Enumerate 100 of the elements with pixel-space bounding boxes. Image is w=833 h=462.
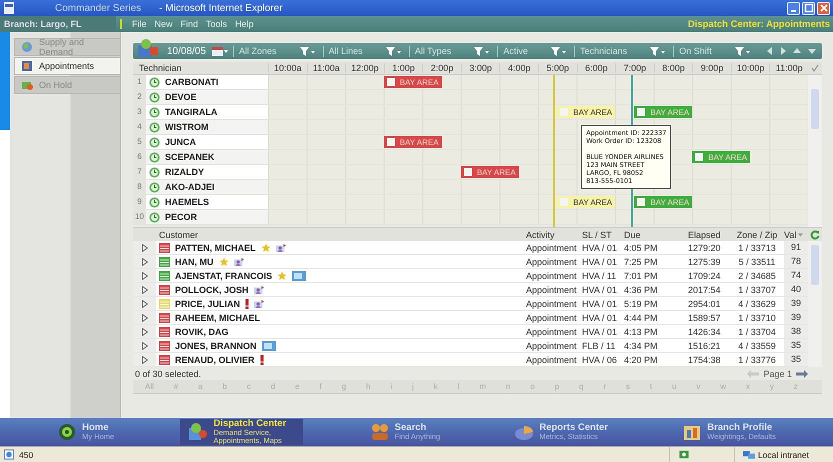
hour-header: 7:00p (615, 63, 654, 73)
table-cell-text: HVA / 01 (582, 284, 618, 294)
appointment-block[interactable]: BAY AREA (384, 76, 442, 88)
hour-header: 10:00a (268, 63, 307, 73)
appointment-block[interactable]: BAY AREA (634, 106, 692, 118)
calendar-button[interactable] (212, 46, 228, 56)
down-button[interactable] (808, 48, 816, 54)
security-icon (678, 449, 690, 460)
menu-item[interactable]: Tools (202, 19, 232, 29)
table-cell: 39 (784, 297, 808, 310)
hour-header: 3:00p (460, 63, 500, 73)
maximize-button[interactable] (802, 2, 815, 14)
table-cell: 74 (784, 269, 808, 282)
clock-icon (149, 212, 160, 222)
row-number: 3 (133, 105, 146, 119)
row-number: 5 (133, 135, 146, 149)
column-header[interactable]: Due (624, 230, 682, 240)
clock-icon (149, 136, 160, 148)
appointment-block[interactable]: BAY AREA (692, 151, 750, 163)
table-cell-text: HVA / 01 (582, 256, 618, 266)
hour-header: 12:00p (345, 63, 384, 73)
table-cell-text: 5 / 33511 (738, 256, 776, 266)
filter-label: On Shift (679, 46, 713, 56)
menu-item[interactable]: File (128, 19, 151, 29)
column-header[interactable]: Elapsed (682, 230, 730, 240)
browser-icon (4, 2, 14, 14)
refresh-icon[interactable] (810, 230, 820, 240)
table-cell-text: HVA / 06 (582, 354, 618, 364)
table-cell-text: Appointment (526, 354, 578, 364)
column-header[interactable]: Zone / Zip (730, 230, 784, 240)
table-cell: 35 (784, 339, 808, 352)
table-cell-text: Appointment (526, 284, 578, 294)
filter-button[interactable] (474, 46, 490, 56)
menu-item[interactable]: Help (231, 19, 258, 29)
branch-label: Branch: Largo, FL (0, 16, 116, 32)
hour-header: 6:00p (576, 63, 616, 73)
letter-link[interactable]: # (174, 380, 178, 393)
technician-name[interactable]: PECOR (165, 212, 198, 222)
filter-button[interactable] (650, 46, 666, 56)
filter-button[interactable] (300, 46, 316, 56)
table-cell-text: Appointment (526, 312, 578, 322)
previous-button[interactable] (766, 47, 773, 55)
table-cell-text: HVA / 01 (582, 326, 618, 336)
menu-item[interactable]: Find (176, 19, 202, 29)
customer-name: PATTEN, MICHAEL (175, 242, 256, 252)
next-arrow-icon[interactable] (796, 370, 808, 378)
customer-name: RAHEEM, MICHAEL (175, 312, 260, 322)
appointment-block[interactable]: BAY AREA (557, 196, 616, 208)
appointment-block[interactable]: BAY AREA (634, 196, 692, 208)
dispatch-icon (188, 422, 208, 442)
filter-label: Active (503, 46, 529, 56)
column-header[interactable]: Val (784, 230, 796, 240)
column-header[interactable]: SL / ST (582, 230, 624, 240)
appointment-block[interactable]: BAY AREA (557, 106, 616, 118)
table-cell-text: 1 / 33713 (737, 242, 777, 252)
table-cell-text: HVA / 11 (582, 270, 618, 280)
row-number: 7 (133, 165, 146, 179)
minimize-icon (791, 10, 796, 12)
browser-title: - Microsoft Internet Explorer (159, 2, 283, 14)
filter-button[interactable] (386, 46, 402, 56)
filter-button[interactable] (734, 46, 751, 56)
filter-label: All Lines (328, 46, 364, 56)
menu-item[interactable]: New (150, 19, 177, 29)
column-header[interactable]: Activity (526, 230, 582, 240)
table-cell-text: 7:25 PM (624, 256, 659, 266)
sidebar-tab[interactable]: On Hold (14, 76, 120, 94)
customer-name: PRICE, JULIAN (175, 298, 240, 308)
page-title: Dispatch Center: Appointments (688, 18, 831, 30)
table-cell-text: 4:20 PM (624, 354, 659, 364)
minimize-button[interactable] (787, 2, 800, 14)
sidebar-tab[interactable]: Appointments (14, 57, 120, 75)
clock-icon (149, 152, 160, 162)
table-cell-text: 1754:38 (687, 354, 722, 364)
customer-name: HAN, MU (175, 256, 214, 266)
appointment-block[interactable]: BAY AREA (460, 166, 519, 178)
row-number: 4 (133, 120, 146, 134)
scrollbar[interactable] (808, 75, 822, 227)
table-cell-text: Appointment (526, 270, 578, 280)
filter-label: Technicians (580, 46, 628, 56)
table-cell-text: HVA / 01 (582, 298, 618, 308)
clock-icon (149, 106, 160, 118)
table-cell-text: Appointment (526, 298, 578, 308)
hour-header: 5:00p (538, 63, 577, 73)
appointment-block[interactable]: BAY AREA (384, 136, 442, 148)
table-cell: 38 (784, 325, 808, 338)
scrollbar[interactable] (808, 241, 822, 367)
column-header[interactable]: Customer (156, 230, 526, 240)
row-number: 9 (133, 195, 146, 209)
sidebar-tab[interactable]: Supply and Demand (14, 38, 120, 56)
filter-button[interactable] (551, 46, 568, 56)
technician-name[interactable]: JUNCA (165, 137, 196, 147)
close-button[interactable] (817, 2, 830, 14)
check-icon[interactable] (811, 64, 819, 72)
technician-name[interactable]: DEVOE (165, 92, 197, 102)
clock-icon (149, 196, 160, 208)
table-cell-text: 1 / 33704 (737, 326, 777, 336)
next-button[interactable] (780, 47, 786, 55)
table-cell: 91 (784, 241, 808, 254)
table-cell: 35 (784, 353, 808, 366)
up-button[interactable] (792, 48, 801, 54)
